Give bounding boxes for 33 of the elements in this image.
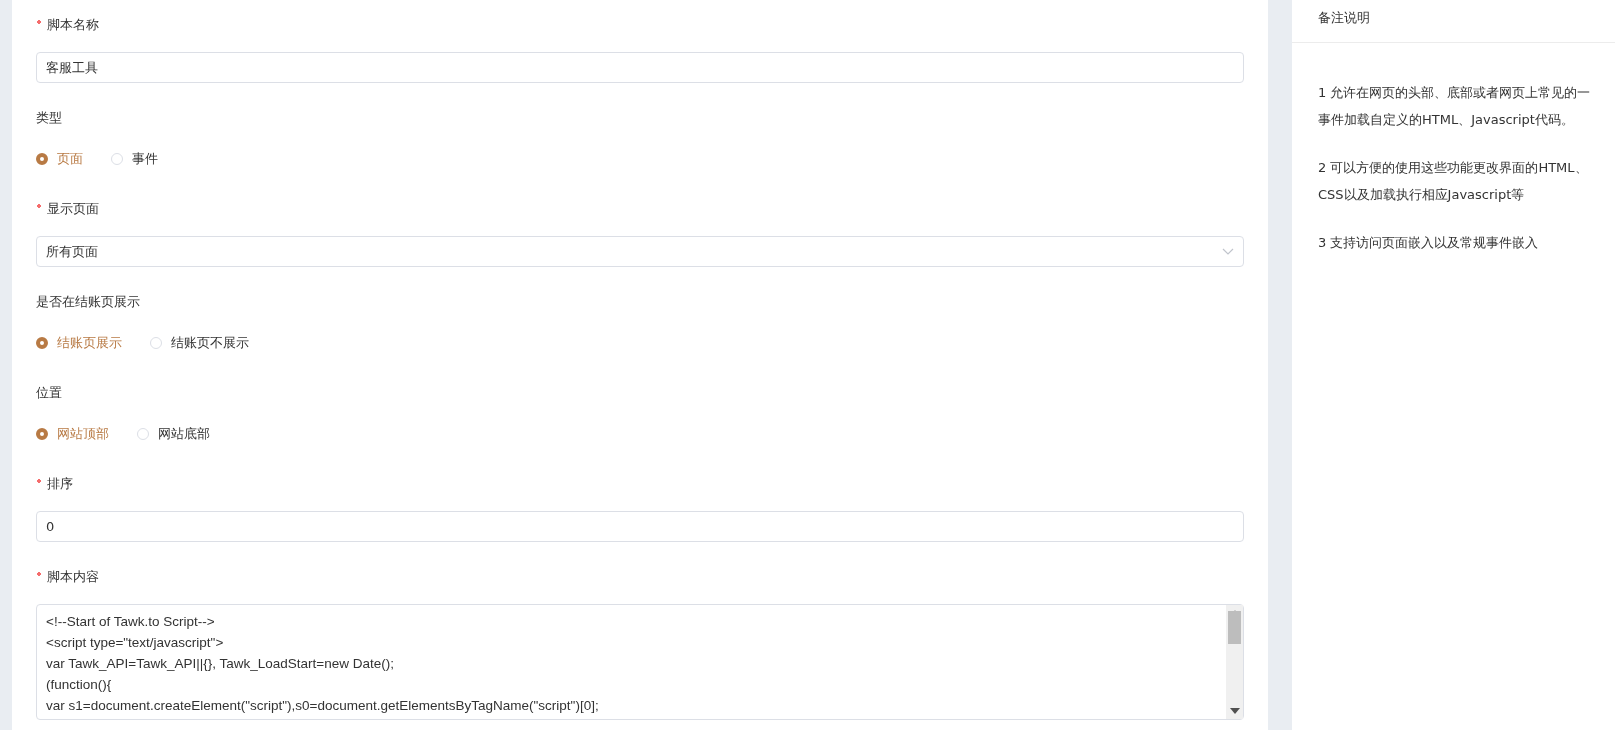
radio-option[interactable]: 结账页不展示 — [150, 334, 249, 352]
note-text: 事件加载自定义的HTML、Javascript代码。 — [1318, 111, 1575, 129]
field-label: 脚本内容 — [47, 568, 99, 586]
field-label: 排序 — [47, 475, 73, 493]
code-textarea[interactable] — [36, 604, 1244, 720]
field-label: 脚本名称 — [47, 16, 99, 34]
field-label: 类型 — [36, 109, 62, 127]
radio-option[interactable]: 页面 — [36, 150, 83, 168]
radio-option[interactable]: 网站顶部 — [36, 425, 109, 443]
select-value: 所有页面 — [46, 242, 98, 261]
code-line: var s1=document.createElement("script"),s0=document.getElementsByTagName("script")[0]; — [46, 697, 600, 715]
field-label: 位置 — [36, 384, 62, 402]
text-field[interactable]: 客服工具 — [36, 52, 1244, 83]
code-line: var Tawk_API=Tawk_API||{}, Tawk_LoadStart=new Date(); — [46, 655, 395, 673]
scrollbar[interactable] — [1226, 605, 1243, 719]
radio-option[interactable]: 结账页展示 — [36, 334, 122, 352]
note-text: CSS以及加载执行相应Javascript等 — [1318, 186, 1526, 204]
code-line: <!--Start of Tawk.to Script--> — [46, 613, 216, 631]
note-text: 2 可以方便的使用这些功能更改界面的HTML、 — [1318, 159, 1589, 177]
code-line: <script type="text/javascript"> — [46, 634, 225, 652]
select-field[interactable]: 所有页面 — [36, 236, 1244, 267]
code-line: (function(){ — [46, 676, 113, 694]
radio-option[interactable]: 事件 — [111, 150, 158, 168]
text-field[interactable]: 0 — [36, 511, 1244, 542]
field-label: 是否在结账页展示 — [36, 293, 140, 311]
note-text: 1 允许在网页的头部、底部或者网页上常见的一 — [1318, 84, 1592, 102]
scroll-down-icon[interactable] — [1229, 708, 1240, 714]
radio-option[interactable]: 网站底部 — [137, 425, 210, 443]
field-label: 显示页面 — [47, 200, 99, 218]
notes-title: 备注说明 — [1292, 0, 1615, 43]
scrollbar-thumb[interactable] — [1228, 610, 1241, 644]
chevron-down-icon — [1222, 248, 1234, 255]
note-text: 3 支持访问页面嵌入以及常规事件嵌入 — [1318, 234, 1540, 252]
